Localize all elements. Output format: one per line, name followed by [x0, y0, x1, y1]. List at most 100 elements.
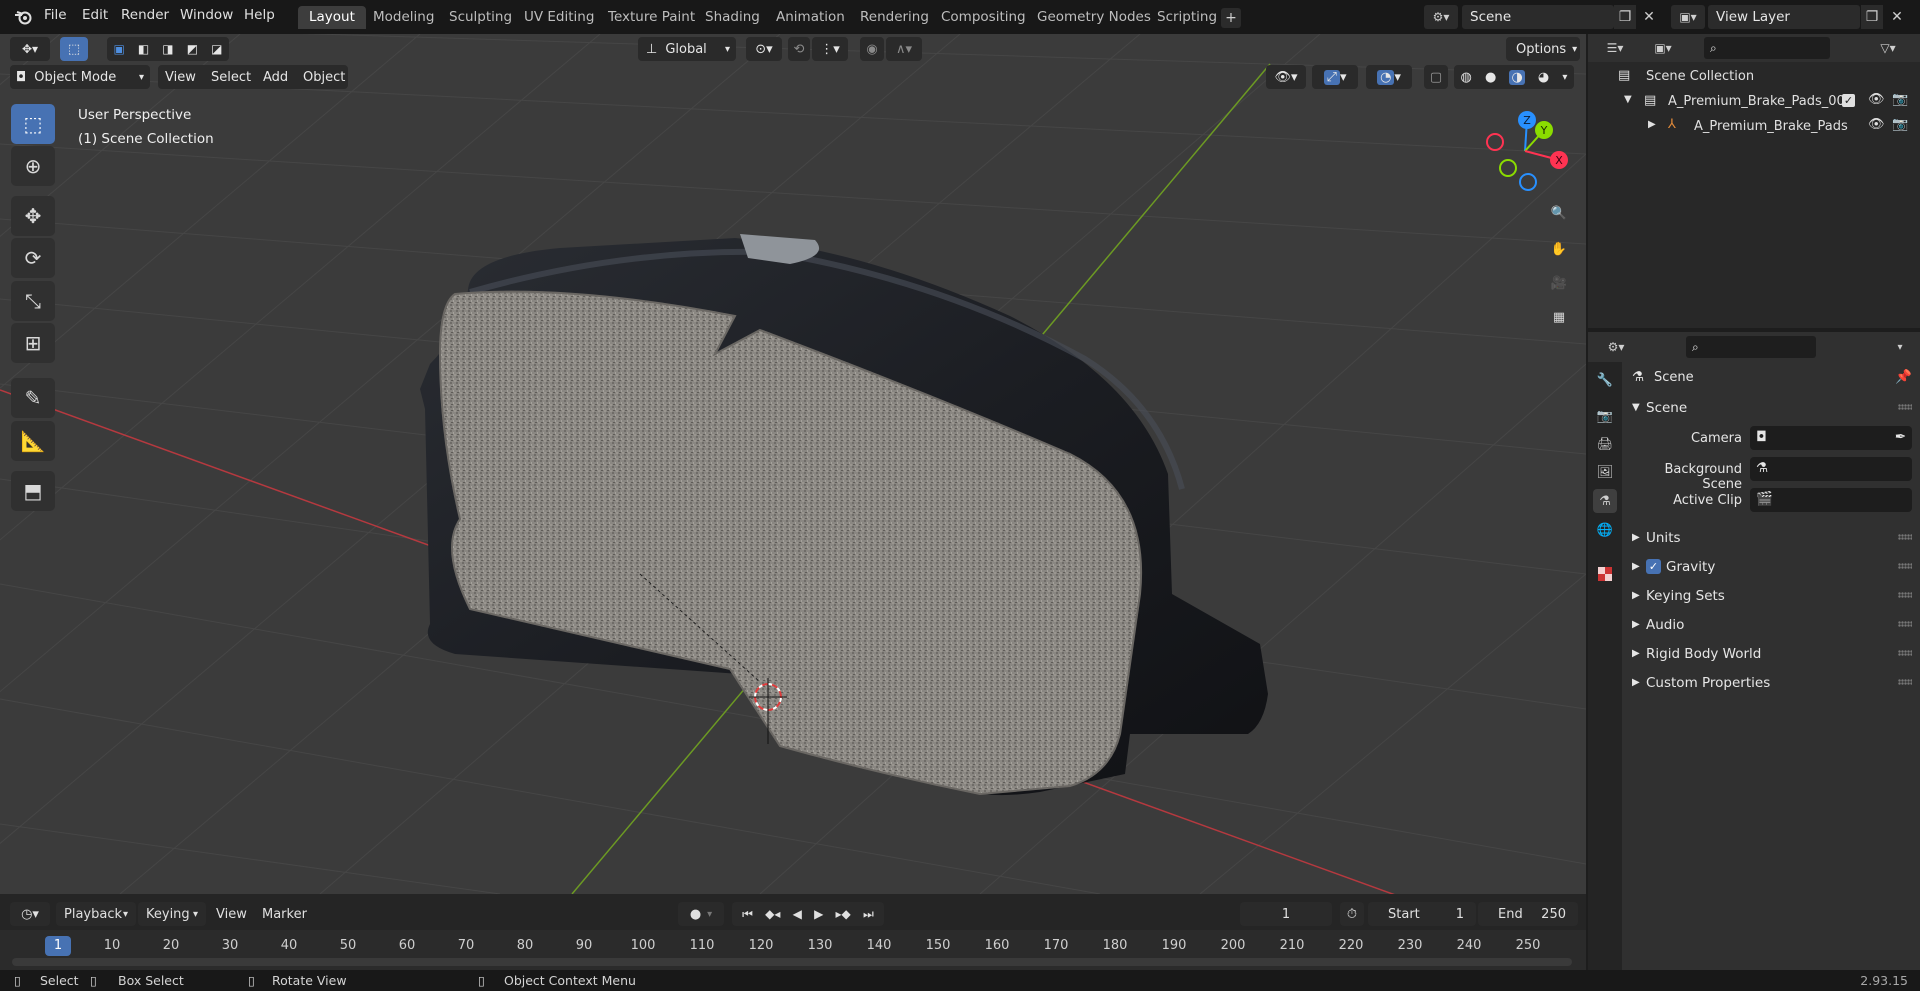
prev-keyframe-icon[interactable]: ◆◂	[765, 907, 780, 921]
gizmo-neg-y-axis[interactable]	[1499, 159, 1517, 177]
new-scene-icon[interactable]: ❐	[1614, 5, 1636, 29]
timeline-view-menu[interactable]: View	[208, 902, 250, 926]
overlays-toggle[interactable]: ◔ ▾	[1366, 65, 1412, 89]
gravity-checkbox[interactable]: ✓	[1646, 559, 1661, 574]
select-mode-group[interactable]: ▣ ◧ ◨ ◩ ◪	[107, 37, 229, 61]
snap-target-dropdown[interactable]: ⋮▾	[812, 37, 848, 61]
chevron-down-icon[interactable]: ▾	[1562, 72, 1567, 83]
properties-options-dropdown[interactable]: ▾	[1888, 336, 1912, 358]
output-tab-icon[interactable]: 🖨	[1593, 432, 1617, 456]
tool-tab-icon[interactable]: 🔧	[1593, 368, 1617, 392]
gizmo-neg-x-axis[interactable]	[1486, 133, 1504, 151]
tab-scripting[interactable]: Scripting	[1146, 6, 1228, 29]
add-cube-tool[interactable]: ⬒	[11, 471, 55, 511]
pivot-point-dropdown[interactable]: ⊙▾	[746, 37, 782, 61]
drag-handle-icon[interactable]	[1898, 650, 1912, 656]
tab-texture-paint[interactable]: Texture Paint	[597, 6, 706, 29]
select-new-icon[interactable]: ▣	[114, 42, 125, 56]
material-shading-icon[interactable]: ◑	[1509, 69, 1525, 85]
tab-shading[interactable]: Shading	[694, 6, 771, 29]
blender-logo-icon[interactable]	[12, 6, 34, 28]
add-workspace-icon[interactable]: +	[1221, 8, 1241, 28]
editor-type-button[interactable]: ✥▾	[10, 37, 50, 61]
scene-name-field[interactable]: Scene	[1462, 5, 1614, 29]
tab-compositing[interactable]: Compositing	[930, 6, 1037, 29]
view-layer-tab-icon[interactable]: 🖼	[1593, 460, 1617, 484]
preview-range-toggle[interactable]: ⏱	[1340, 902, 1364, 926]
new-view-layer-icon[interactable]: ❐	[1861, 5, 1883, 29]
tab-animation[interactable]: Animation	[765, 6, 856, 29]
transform-tool[interactable]: ⊞	[11, 323, 55, 363]
expand-arrow-icon[interactable]: ▼	[1624, 94, 1632, 105]
properties-search-input[interactable]: ⌕	[1686, 336, 1816, 358]
menu-edit[interactable]: Edit	[82, 7, 108, 23]
drag-handle-icon[interactable]	[1898, 592, 1912, 598]
tab-rendering[interactable]: Rendering	[849, 6, 940, 29]
next-keyframe-icon[interactable]: ▸◆	[836, 907, 851, 921]
zoom-icon[interactable]: 🔍	[1543, 197, 1575, 229]
view-layer-icon[interactable]: ▣▾	[1671, 5, 1705, 29]
camera-view-icon[interactable]: 🎥	[1543, 267, 1575, 299]
auto-keying-toggle[interactable]: ● ▾	[678, 902, 724, 926]
options-dropdown[interactable]: Options ▾	[1506, 37, 1580, 61]
drag-handle-icon[interactable]	[1898, 534, 1912, 540]
solid-shading-icon[interactable]: ●	[1485, 70, 1496, 85]
select-difference-icon[interactable]: ◩	[187, 42, 198, 56]
panel-custom-properties[interactable]: ▶ Custom Properties	[1622, 669, 1920, 698]
visibility-dropdown[interactable]: 👁▾	[1266, 65, 1306, 89]
outliner-row-armature[interactable]: ▶ ⅄ A_Premium_Brake_Pads 👁 📷	[1588, 114, 1920, 139]
eye-icon[interactable]: 👁	[1868, 117, 1885, 132]
play-reverse-icon[interactable]: ◀	[793, 907, 802, 921]
jump-start-icon[interactable]: ⏮	[742, 907, 753, 922]
current-frame-field[interactable]: 1	[1240, 902, 1332, 926]
keying-menu[interactable]: Keying ▾	[138, 902, 206, 926]
delete-scene-icon[interactable]: ✕	[1638, 5, 1660, 29]
outliner-editor-type[interactable]: ☰▾	[1598, 37, 1632, 59]
rendered-shading-icon[interactable]: ◕	[1538, 70, 1549, 85]
3d-viewport[interactable]	[0, 34, 1586, 894]
object-mode-dropdown[interactable]: ◘ Object Mode ▾	[10, 65, 150, 89]
tab-geometry-nodes[interactable]: Geometry Nodes	[1026, 6, 1162, 29]
tab-modeling[interactable]: Modeling	[362, 6, 445, 29]
eyedropper-icon[interactable]: ✒	[1895, 429, 1906, 445]
scene-tab-icon[interactable]: ⚗	[1593, 489, 1617, 513]
panel-units[interactable]: ▶ Units	[1622, 524, 1920, 553]
exclude-checkbox[interactable]: ✓	[1842, 94, 1855, 107]
camera-field[interactable]: ◘ ✒	[1750, 426, 1912, 450]
eye-icon[interactable]: 👁	[1868, 92, 1885, 107]
tab-sculpting[interactable]: Sculpting	[438, 6, 523, 29]
pin-icon[interactable]: 📌	[1895, 369, 1912, 385]
select-tool-mode-icon[interactable]: ⬚	[60, 37, 88, 61]
select-extend-icon[interactable]: ◧	[138, 42, 149, 56]
camera-render-icon[interactable]: 📷	[1892, 117, 1908, 132]
drag-handle-icon[interactable]	[1898, 679, 1912, 685]
filter-dropdown[interactable]: ▽▾	[1870, 37, 1906, 59]
render-tab-icon[interactable]: 📷	[1593, 404, 1617, 428]
view-layer-field[interactable]: View Layer	[1708, 5, 1860, 29]
transform-orientation-dropdown[interactable]: ⊥ Global ▾	[638, 37, 736, 61]
shading-mode-group[interactable]: ◍ ● ◑ ◕ ▾	[1454, 65, 1574, 89]
playback-menu[interactable]: Playback ▾	[56, 902, 136, 926]
panel-gravity[interactable]: ▶ ✓ Gravity	[1622, 553, 1920, 582]
menu-help[interactable]: Help	[244, 7, 275, 23]
display-mode-dropdown[interactable]: ▣▾	[1644, 37, 1682, 59]
background-scene-field[interactable]: ⚗	[1750, 457, 1912, 481]
outliner-search-input[interactable]: ⌕	[1704, 37, 1830, 59]
drag-handle-icon[interactable]	[1898, 404, 1912, 410]
menu-object[interactable]: Object	[303, 70, 345, 85]
menu-add[interactable]: Add	[263, 70, 288, 85]
snap-toggle[interactable]: ⟲	[788, 37, 810, 61]
annotate-tool[interactable]: ✎	[11, 378, 55, 418]
scale-tool[interactable]: ⤡	[11, 281, 55, 321]
scene-icon[interactable]: ⚙▾	[1424, 5, 1458, 29]
outliner-scene-collection[interactable]: ▤ Scene Collection	[1588, 64, 1920, 89]
menu-render[interactable]: Render	[121, 7, 169, 23]
properties-editor-type[interactable]: ⚙▾	[1598, 336, 1634, 358]
active-clip-field[interactable]: 🎬	[1750, 488, 1912, 512]
select-intersect-icon[interactable]: ◪	[211, 42, 222, 56]
proportional-falloff-dropdown[interactable]: ∧▾	[886, 37, 922, 61]
timeline-marker-menu[interactable]: Marker	[254, 902, 314, 926]
perspective-toggle-icon[interactable]: ▦	[1543, 301, 1575, 333]
navigation-gizmo[interactable]: Z Y X	[1480, 106, 1570, 196]
menu-window[interactable]: Window	[180, 7, 233, 23]
